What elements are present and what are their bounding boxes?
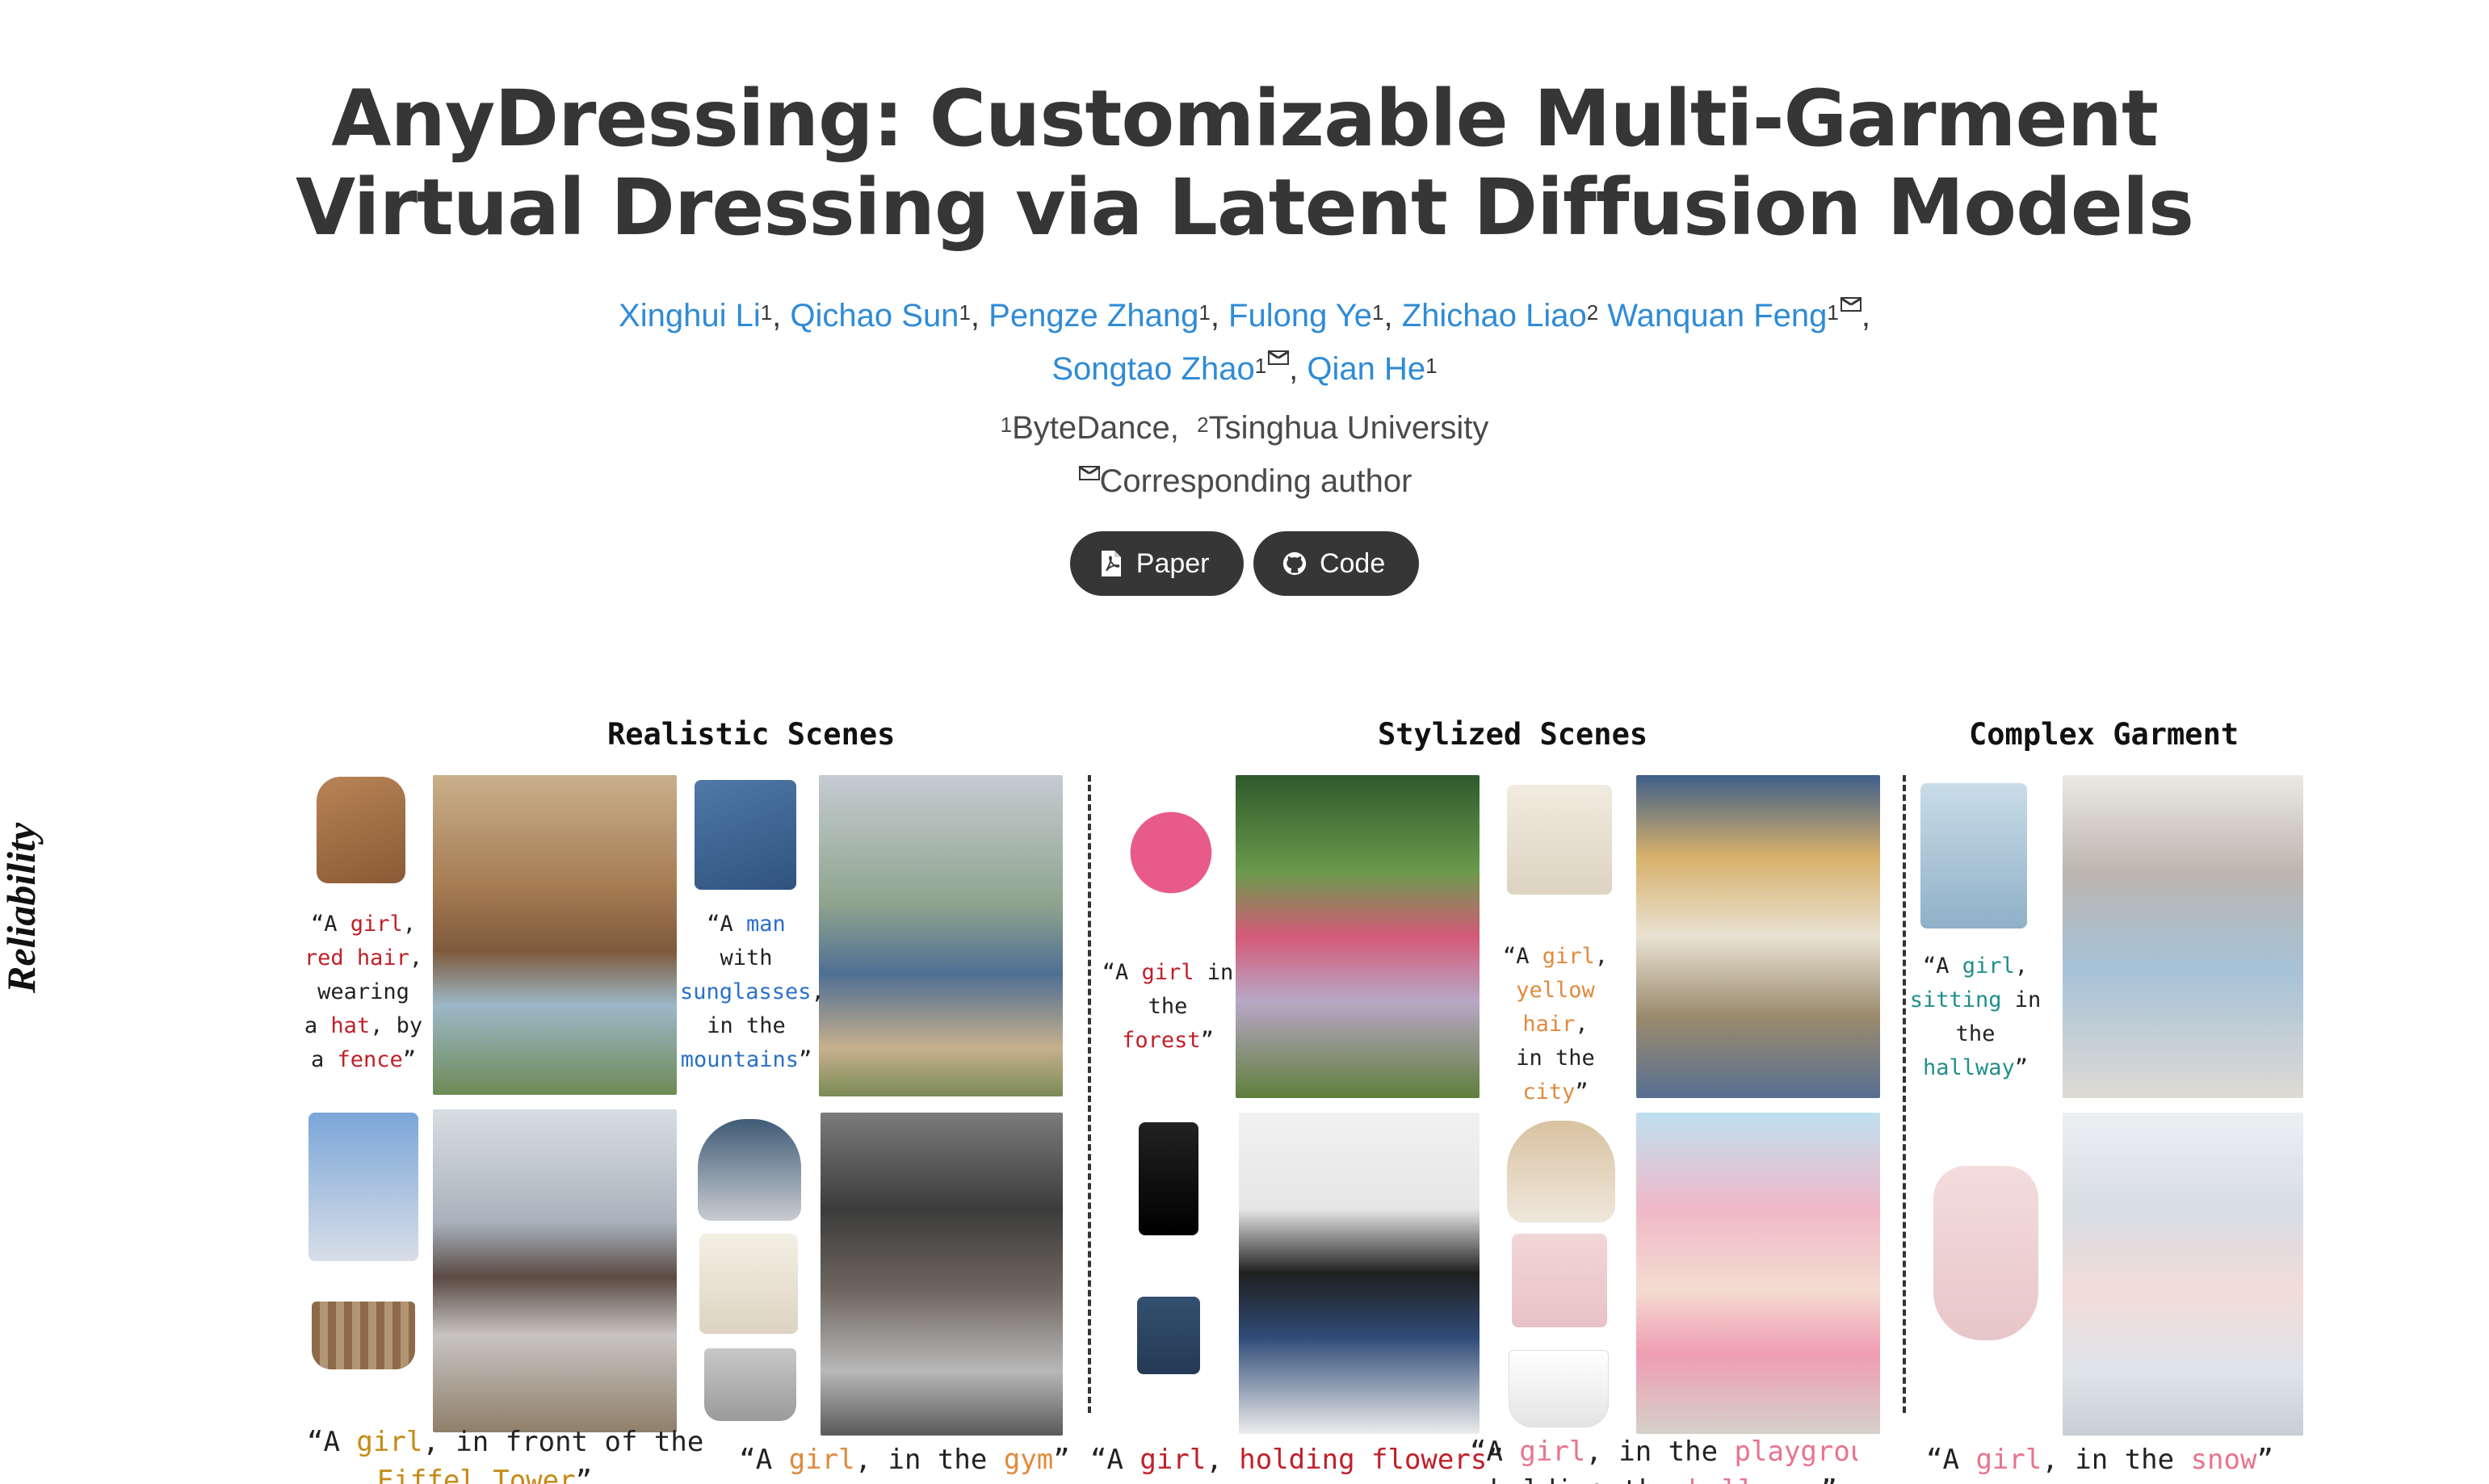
caption-holding-flowers: “A girl, holding flowers”	[1090, 1444, 1504, 1476]
section-title-complex: Complex Garment	[1969, 717, 2239, 752]
author-sup: 2	[1586, 300, 1599, 325]
author-sup: 1	[1198, 300, 1211, 325]
result-photo	[2063, 775, 2303, 1098]
affiliation-bytedance: ByteDance,	[1012, 410, 1179, 446]
affiliation-tsinghua: Tsinghua University	[1208, 410, 1489, 446]
mail-icon	[1840, 297, 1862, 312]
title-line-1: AnyDressing: Customizable Multi-Garment	[331, 73, 2159, 164]
page-title: AnyDressing: Customizable Multi-Garment …	[0, 74, 2489, 252]
affiliations: 1ByteDance, 2Tsinghua University	[0, 404, 2489, 452]
author-sup: 1	[1425, 354, 1438, 378]
mail-icon	[1078, 466, 1100, 480]
garment-black-halter	[1139, 1122, 1198, 1235]
garment-cream-sweater	[1507, 785, 1612, 895]
author-sup: 1	[959, 300, 971, 325]
title-line-2: Virtual Dressing via Latent Diffusion Mo…	[296, 162, 2194, 253]
author-link[interactable]: Xinghui Li	[619, 298, 761, 333]
author-link[interactable]: Wanquan Feng	[1607, 298, 1827, 333]
caption-hallway: “A girl, sitting in the hallway”	[1909, 954, 2042, 1080]
garment-denim-jacket	[695, 780, 796, 890]
author-link[interactable]: Songtao Zhao	[1051, 351, 1254, 387]
result-photo	[1236, 775, 1480, 1098]
garment-white-blouse	[699, 1234, 798, 1334]
author-sup: 1	[760, 300, 773, 325]
caption-playground-balloons: “A girl, in the playground, holding the …	[1470, 1436, 1857, 1484]
paper-button[interactable]: Paper	[1069, 531, 1244, 596]
author-link[interactable]: Fulong Ye	[1228, 298, 1372, 333]
result-photo	[433, 775, 677, 1095]
garment-floral-gown	[1933, 1166, 2038, 1340]
author-link[interactable]: Zhichao Liao	[1402, 298, 1587, 333]
section-title-stylized: Stylized Scenes	[1378, 717, 1648, 752]
garment-beanie	[698, 1119, 801, 1221]
section-divider	[1903, 775, 1906, 1413]
caption-mountains: “A man with sunglasses, in the mountains…	[680, 912, 825, 1072]
result-photo	[433, 1109, 677, 1432]
mail-icon	[1268, 350, 1290, 365]
corresponding-label: Corresponding author	[1099, 463, 1412, 499]
caption-eiffel-tower: “A girl, in front of the Eiffel Tower”	[307, 1426, 704, 1484]
section-title-realistic: Realistic Scenes	[607, 717, 896, 752]
result-photo	[821, 1113, 1063, 1436]
author-list: Xinghui Li1, Qichao Sun1, Pengze Zhang1,…	[619, 297, 1870, 387]
garment-plaid-skirt	[312, 1302, 415, 1369]
author-link[interactable]: Qian He	[1307, 351, 1425, 387]
author-sup: 1	[1372, 300, 1384, 325]
garment-denim-skirt	[1137, 1297, 1200, 1374]
result-photo	[1636, 1113, 1880, 1434]
paper-button-label: Paper	[1135, 547, 1210, 579]
section-divider	[1088, 775, 1091, 1413]
caption-gym: “A girl, in the gym”	[739, 1444, 1070, 1476]
author-sup: 1	[1254, 354, 1267, 378]
result-photo	[1636, 775, 1880, 1098]
caption-hat-fence: “A girl, red hair, wearing a hat, by a f…	[304, 912, 423, 1072]
code-button[interactable]: Code	[1253, 531, 1420, 596]
pdf-icon	[1101, 551, 1121, 576]
affil-sup: 2	[1197, 413, 1209, 437]
result-photo	[819, 775, 1063, 1096]
reliability-label: Reliability	[0, 822, 44, 993]
result-photo	[1239, 1113, 1480, 1434]
code-button-label: Code	[1319, 547, 1386, 579]
github-icon	[1282, 551, 1307, 576]
garment-bucket-hat	[1507, 1121, 1615, 1222]
caption-forest: “A girl in the forest”	[1102, 960, 1234, 1053]
link-buttons: Paper Code	[0, 531, 2489, 596]
garment-face-crop	[309, 1113, 418, 1261]
garment-jacket-brown	[317, 777, 405, 883]
garment-silver-skirt	[704, 1348, 796, 1421]
corresponding-note: Corresponding author	[0, 457, 2489, 505]
result-photo	[2063, 1113, 2303, 1436]
author-link[interactable]: Qichao Sun	[790, 298, 959, 333]
caption-city: “A girl, yellow hair, in the city”	[1502, 944, 1609, 1105]
garment-white-tutu	[1509, 1350, 1609, 1427]
caption-snow: “A girl, in the snow”	[1926, 1444, 2273, 1476]
author-link[interactable]: Pengze Zhang	[988, 298, 1198, 333]
affil-sup: 1	[1000, 413, 1013, 437]
garment-hanfu-dress	[1920, 783, 2027, 929]
garment-bear-logo	[1121, 799, 1221, 896]
garment-pink-tee	[1512, 1234, 1607, 1327]
author-sup: 1	[1827, 300, 1839, 325]
